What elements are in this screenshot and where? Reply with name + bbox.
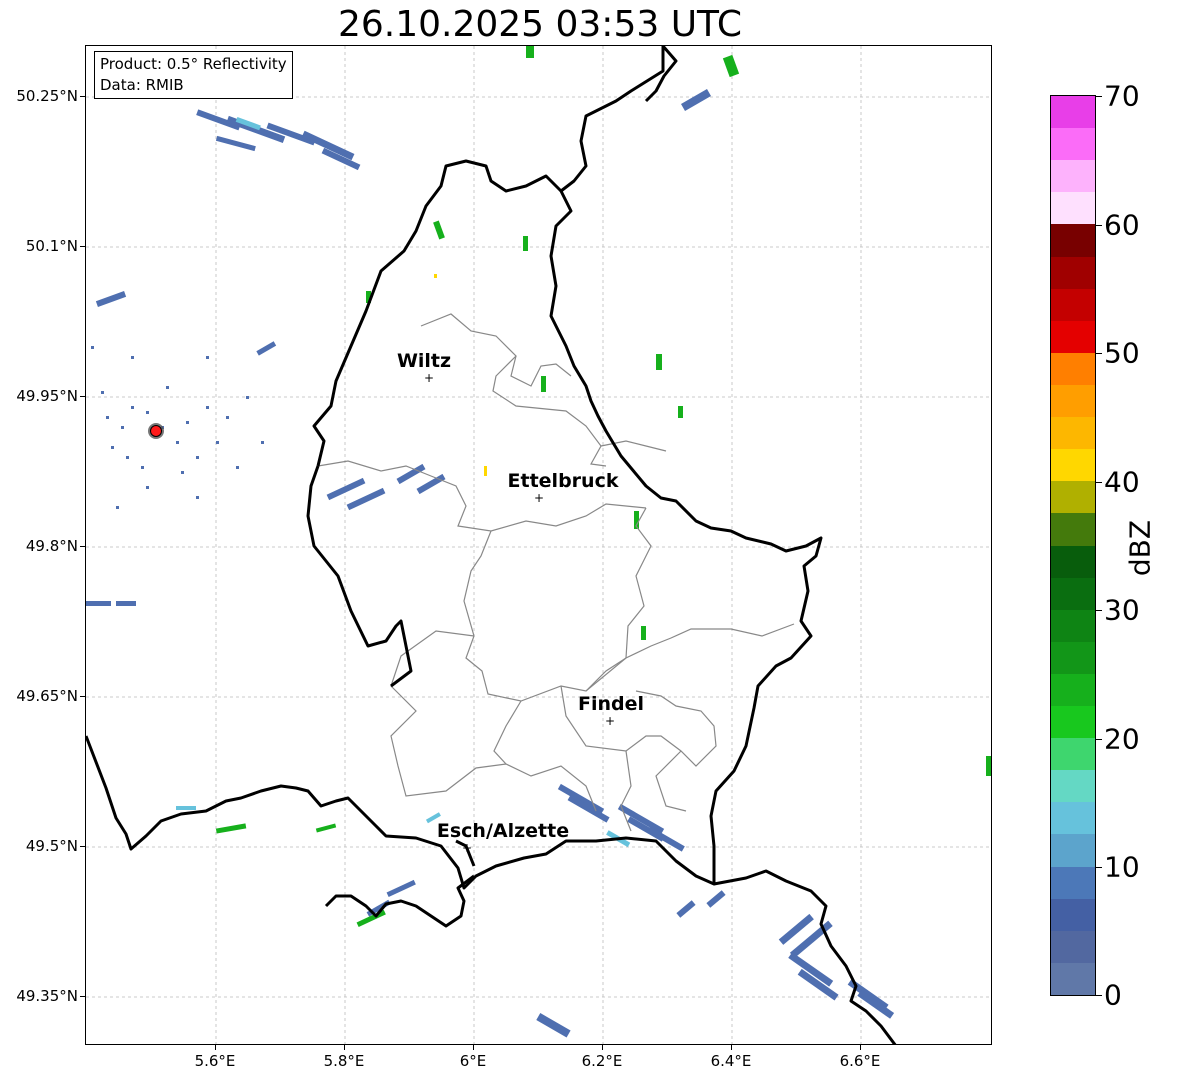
y-tick-mark [80, 696, 85, 697]
colorbar-segment [1051, 160, 1095, 193]
city-label-ettelbruck: Ettelbruck [507, 470, 619, 492]
colorbar-segment [1051, 417, 1095, 450]
x-tick-label: 6.6°E [839, 1052, 881, 1070]
city-marker-icon: + [533, 491, 545, 505]
colorbar-segment [1051, 770, 1095, 803]
colorbar-label: 0 [1104, 978, 1122, 1012]
colorbar-segment [1051, 128, 1095, 161]
colorbar-tick-mark [1096, 225, 1102, 226]
x-tick-mark [344, 1045, 345, 1050]
x-tick-mark [473, 1045, 474, 1050]
colorbar-label: 50 [1104, 336, 1140, 370]
colorbar-segment [1051, 256, 1095, 290]
map-canvas [86, 46, 991, 1044]
colorbar-segment [1051, 192, 1095, 225]
colorbar-segment [1051, 738, 1095, 771]
colorbar-segment [1051, 802, 1095, 835]
radar-echoes [86, 46, 991, 1038]
x-tick-mark [731, 1045, 732, 1050]
y-tick-mark [80, 996, 85, 997]
product-info-box: Product: 0.5° Reflectivity Data: RMIB [94, 51, 293, 99]
y-tick-label: 49.5°N [25, 837, 78, 855]
y-tick-label: 50.25°N [16, 87, 78, 105]
y-tick-label: 49.95°N [16, 387, 78, 405]
colorbar-label: 40 [1104, 465, 1140, 499]
x-tick-mark [860, 1045, 861, 1050]
colorbar-segment [1051, 384, 1095, 418]
city-marker-icon: + [604, 714, 616, 728]
colorbar-label: 10 [1104, 850, 1140, 884]
data-source-label: Data: RMIB [100, 76, 184, 94]
colorbar-segment [1051, 320, 1095, 354]
x-tick-label: 6.2°E [581, 1052, 623, 1070]
product-label: Product: 0.5° Reflectivity [100, 55, 287, 73]
colorbar-segment [1051, 673, 1095, 707]
city-marker-icon: + [423, 371, 435, 385]
colorbar-tick-mark [1096, 353, 1102, 354]
radar-map[interactable] [85, 45, 992, 1045]
colorbar-segment [1051, 834, 1095, 868]
colorbar-segment [1051, 866, 1095, 900]
y-tick-label: 49.35°N [16, 987, 78, 1005]
x-tick-label: 5.8°E [323, 1052, 365, 1070]
city-label-findel: Findel [577, 693, 645, 715]
colorbar-label: 20 [1104, 722, 1140, 756]
colorbar-segment [1051, 481, 1095, 514]
y-tick-label: 50.1°N [25, 237, 78, 255]
commune-boundaries [317, 313, 795, 832]
colorbar-unit-label: dBZ [1123, 519, 1157, 577]
y-tick-mark [80, 96, 85, 97]
colorbar-segment [1051, 288, 1095, 322]
city-marker-icon: + [461, 841, 473, 855]
colorbar-segment [1051, 706, 1095, 739]
colorbar-tick-mark [1096, 96, 1102, 97]
colorbar-segment [1051, 352, 1095, 386]
colorbar-tick-mark [1096, 995, 1102, 996]
colorbar [1050, 95, 1096, 996]
colorbar-segment [1051, 930, 1095, 964]
colorbar-tick-mark [1096, 739, 1102, 740]
colorbar-label: 60 [1104, 208, 1140, 242]
colorbar-segment [1051, 609, 1095, 643]
colorbar-segment [1051, 513, 1095, 546]
colorbar-segment [1051, 641, 1095, 675]
colorbar-label: 30 [1104, 593, 1140, 627]
colorbar-tick-mark [1096, 610, 1102, 611]
colorbar-segment [1051, 449, 1095, 482]
x-tick-mark [215, 1045, 216, 1050]
x-tick-label: 6.4°E [710, 1052, 752, 1070]
y-tick-mark [80, 246, 85, 247]
colorbar-segment [1051, 96, 1095, 129]
city-label-wiltz: Wiltz [396, 350, 452, 372]
y-tick-mark [80, 546, 85, 547]
y-tick-mark [80, 846, 85, 847]
colorbar-tick-mark [1096, 867, 1102, 868]
x-tick-label: 5.6°E [194, 1052, 236, 1070]
y-tick-label: 49.65°N [16, 687, 78, 705]
map-title: 26.10.2025 03:53 UTC [337, 4, 743, 45]
city-label-esch-alzette: Esch/Alzette [436, 820, 570, 842]
colorbar-segment [1051, 962, 1095, 996]
radar-site-marker [148, 423, 164, 439]
colorbar-label: 70 [1104, 79, 1140, 113]
x-tick-mark [602, 1045, 603, 1050]
grid-lines [86, 46, 991, 1044]
colorbar-segment [1051, 898, 1095, 932]
country-border [86, 46, 897, 1044]
colorbar-segment [1051, 577, 1095, 611]
x-tick-label: 6°E [459, 1052, 487, 1070]
colorbar-tick-mark [1096, 482, 1102, 483]
colorbar-segment [1051, 224, 1095, 258]
y-tick-label: 49.8°N [25, 537, 78, 555]
y-tick-mark [80, 396, 85, 397]
colorbar-segment [1051, 545, 1095, 579]
